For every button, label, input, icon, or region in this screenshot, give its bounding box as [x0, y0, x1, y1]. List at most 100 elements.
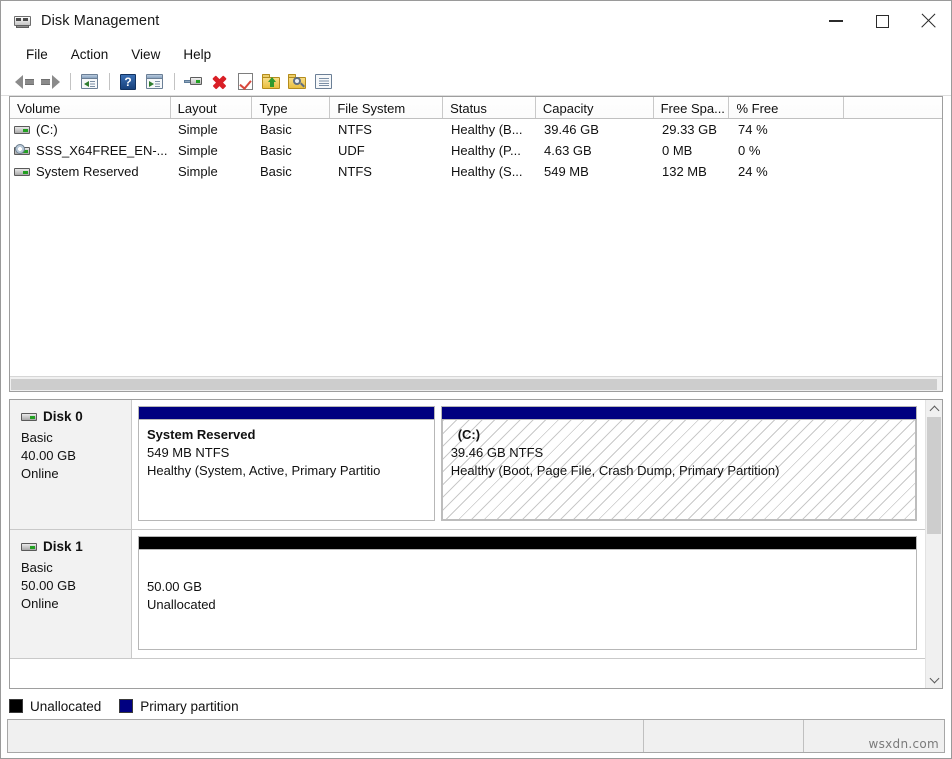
cell-type: Basic: [253, 143, 331, 158]
open-button[interactable]: [259, 71, 283, 93]
help-button[interactable]: ?: [116, 71, 140, 93]
partition-label: System Reserved: [147, 426, 426, 444]
watermark: wsxdn.com: [868, 737, 939, 751]
column-header-file-system[interactable]: File System: [330, 97, 443, 118]
scroll-down-button[interactable]: [926, 671, 942, 688]
hard-drive-icon: [21, 540, 38, 553]
horizontal-scroll-thumb[interactable]: [11, 379, 937, 390]
column-header-layout[interactable]: Layout: [171, 97, 253, 118]
disk-row-0: Disk 0Basic40.00 GBOnlineSystem Reserved…: [10, 400, 925, 530]
vertical-scroll-track[interactable]: [926, 417, 942, 671]
properties-button[interactable]: [181, 71, 205, 93]
vertical-scroll-thumb[interactable]: [927, 417, 941, 534]
rescan-disks-button[interactable]: [233, 71, 257, 93]
legend-swatch: [119, 699, 133, 713]
minimize-icon: [829, 20, 843, 22]
scroll-up-button[interactable]: [926, 400, 942, 417]
rescan-disks-icon: [238, 73, 253, 90]
cell-volume: System Reserved: [10, 164, 171, 179]
show-hide-console-tree-icon: [146, 74, 163, 89]
partition-size-fs: 50.00 GB: [147, 578, 908, 596]
list-properties-button[interactable]: [311, 71, 335, 93]
volume-list-horizontal-scrollbar[interactable]: [10, 376, 942, 391]
cell-file-system: NTFS: [331, 122, 444, 137]
partition-status: Healthy (System, Active, Primary Partiti…: [147, 462, 426, 480]
close-icon: [920, 13, 936, 29]
properties-disk-icon: [184, 75, 202, 88]
table-row[interactable]: System ReservedSimpleBasicNTFSHealthy (S…: [10, 161, 942, 182]
menu-view[interactable]: View: [120, 44, 171, 66]
cell-layout: Simple: [171, 122, 253, 137]
disk-rows-container: Disk 0Basic40.00 GBOnlineSystem Reserved…: [10, 400, 925, 688]
maximize-button[interactable]: [859, 1, 905, 41]
column-header-free[interactable]: % Free: [729, 97, 844, 118]
legend-label: Unallocated: [30, 699, 101, 714]
pane-splitter[interactable]: [1, 392, 951, 399]
up-one-level-button[interactable]: [77, 71, 101, 93]
column-header-blank[interactable]: [844, 97, 942, 118]
partition-block[interactable]: System Reserved549 MB NTFSHealthy (Syste…: [138, 406, 435, 521]
disk-row-1: Disk 1Basic50.00 GBOnline50.00 GBUnalloc…: [10, 530, 925, 659]
graphical-view-pane: Disk 0Basic40.00 GBOnlineSystem Reserved…: [9, 399, 943, 689]
partition-status: Unallocated: [147, 596, 908, 614]
disk-info-panel-0[interactable]: Disk 0Basic40.00 GBOnline: [10, 400, 132, 529]
chevron-up-icon: [929, 405, 939, 415]
cell-volume: (C:): [10, 122, 171, 137]
column-header-capacity[interactable]: Capacity: [536, 97, 654, 118]
forward-button[interactable]: [38, 71, 62, 93]
partition-details: System Reserved549 MB NTFSHealthy (Syste…: [138, 420, 435, 521]
partition-color-bar: [441, 406, 917, 420]
toolbar: ?: [1, 68, 951, 96]
column-header-free-spa[interactable]: Free Spa...: [654, 97, 730, 118]
table-row[interactable]: SSS_X64FREE_EN-...SimpleBasicUDFHealthy …: [10, 140, 942, 161]
cell-percent-free: 24 %: [731, 164, 846, 179]
back-button[interactable]: [12, 71, 36, 93]
minimize-button[interactable]: [813, 1, 859, 41]
disk-info-panel-1[interactable]: Disk 1Basic50.00 GBOnline: [10, 530, 132, 658]
status-bar: wsxdn.com: [7, 719, 945, 753]
title-bar: Disk Management: [1, 1, 951, 41]
menu-file[interactable]: File: [15, 44, 59, 66]
partition-block[interactable]: (C:)39.46 GB NTFSHealthy (Boot, Page Fil…: [441, 406, 917, 521]
column-header-type[interactable]: Type: [252, 97, 330, 118]
disk-name: Disk 0: [43, 409, 83, 424]
partition-strip-0: System Reserved549 MB NTFSHealthy (Syste…: [132, 400, 925, 529]
disk-type: Basic: [21, 429, 131, 447]
cell-percent-free: 0 %: [731, 143, 846, 158]
cell-free-space: 29.33 GB: [655, 122, 731, 137]
legend-label: Primary partition: [140, 699, 238, 714]
disk-type: Basic: [21, 559, 131, 577]
list-properties-icon: [315, 74, 332, 89]
partition-size-fs: 549 MB NTFS: [147, 444, 426, 462]
delete-button[interactable]: [207, 71, 231, 93]
up-one-level-icon: [81, 74, 98, 89]
column-header-status[interactable]: Status: [443, 97, 536, 118]
cell-status: Healthy (P...: [444, 143, 537, 158]
menu-action[interactable]: Action: [60, 44, 120, 66]
cell-volume: SSS_X64FREE_EN-...: [10, 143, 171, 158]
delete-icon: [211, 73, 228, 90]
graphical-view-vertical-scrollbar[interactable]: [925, 400, 942, 688]
volume-name: (C:): [36, 122, 58, 137]
volume-name: System Reserved: [36, 164, 139, 179]
close-button[interactable]: [905, 1, 951, 41]
disk-name: Disk 1: [43, 539, 83, 554]
folder-search-icon: [288, 74, 306, 89]
help-icon: ?: [120, 74, 136, 90]
partition-block[interactable]: 50.00 GBUnallocated: [138, 536, 917, 650]
menu-help[interactable]: Help: [172, 44, 222, 66]
folder-up-icon: [262, 74, 280, 89]
explore-button[interactable]: [285, 71, 309, 93]
disk-management-icon: [14, 13, 32, 29]
chevron-down-icon: [929, 673, 939, 683]
volume-name: SSS_X64FREE_EN-...: [36, 143, 168, 158]
column-header-volume[interactable]: Volume: [10, 97, 171, 118]
partition-size-fs: 39.46 GB NTFS: [451, 444, 907, 462]
show-hide-console-tree-button[interactable]: [142, 71, 166, 93]
table-row[interactable]: (C:)SimpleBasicNTFSHealthy (B...39.46 GB…: [10, 119, 942, 140]
disk-title: Disk 0: [21, 409, 131, 424]
cd-drive-icon: [14, 144, 31, 157]
partition-details: (C:)39.46 GB NTFSHealthy (Boot, Page Fil…: [441, 420, 917, 521]
maximize-icon: [876, 15, 889, 28]
menu-bar: File Action View Help: [1, 41, 951, 68]
